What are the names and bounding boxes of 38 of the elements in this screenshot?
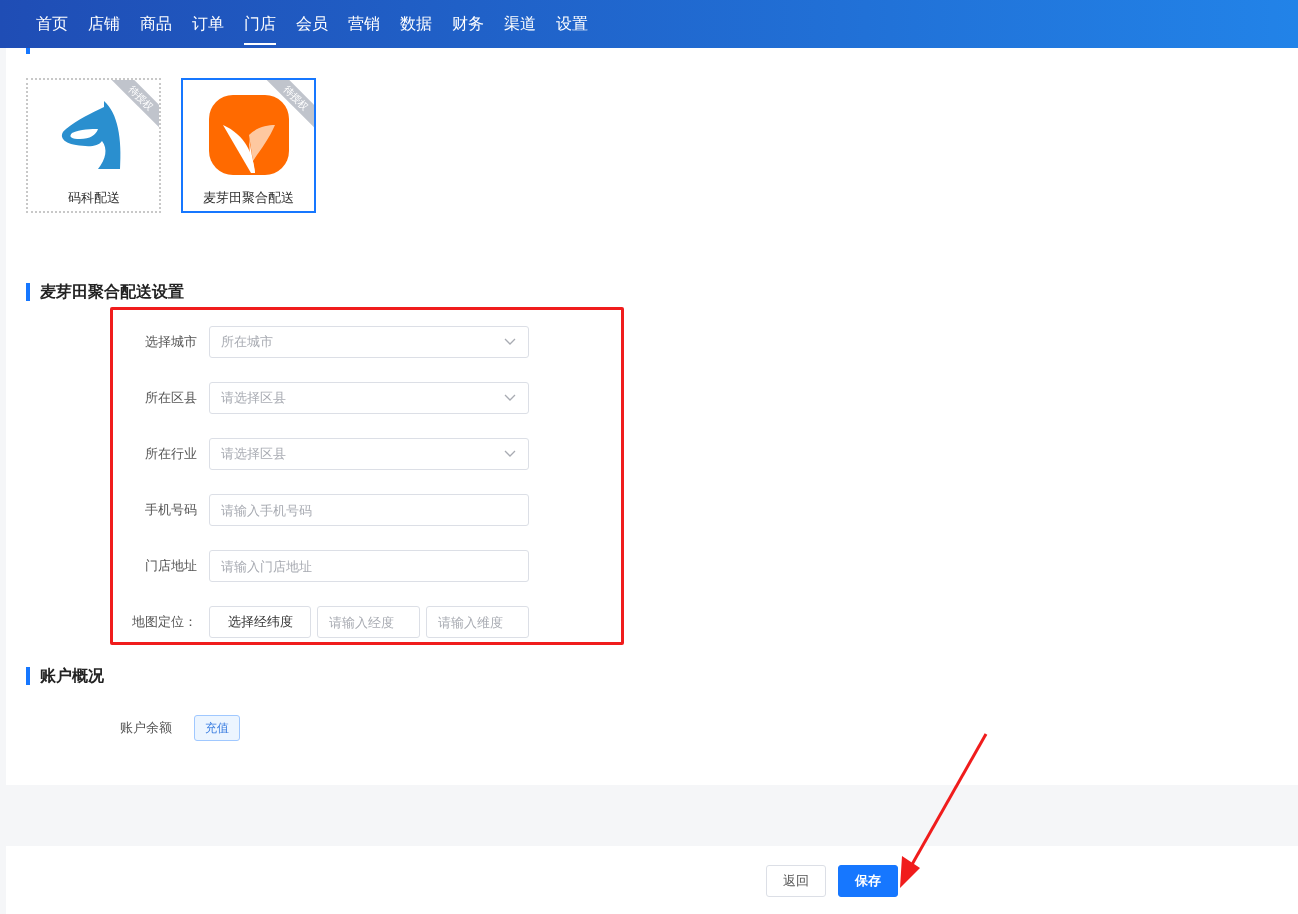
select-placeholder: 所在城市 [221, 333, 273, 352]
platform-name: 码科配送 [67, 189, 120, 207]
recharge-button[interactable]: 充值 [194, 715, 240, 741]
input-field[interactable]: 请输入经度 [317, 606, 420, 638]
field-label: 门店地址 [144, 557, 198, 576]
field-label: 手机号码 [144, 501, 198, 520]
nav-tab[interactable]: 门店 [234, 0, 286, 48]
pick-coordinates-button[interactable]: 选择经纬度 [209, 606, 311, 638]
field-label: 选择城市 [144, 333, 198, 352]
input-field[interactable]: 请输入门店地址 [209, 550, 529, 582]
platform-card[interactable]: 待授权 麦芽田聚合配送 [181, 78, 316, 213]
nav-tab[interactable]: 设置 [546, 0, 598, 48]
chevron-down-icon [504, 338, 516, 346]
nav-tab[interactable]: 店铺 [78, 0, 130, 48]
section-title: 麦芽田聚合配送设置 [26, 283, 1278, 301]
field-label: 所在行业 [144, 445, 198, 464]
field-label: 地图定位： [131, 613, 198, 632]
chevron-down-icon [504, 450, 516, 458]
nav-tab[interactable]: 营销 [338, 0, 390, 48]
nav-tab[interactable]: 数据 [390, 0, 442, 48]
nav-tab[interactable]: 财务 [442, 0, 494, 48]
nav-tab[interactable]: 订单 [182, 0, 234, 48]
section-title: 账户概况 [26, 667, 1278, 685]
nav-tab[interactable]: 会员 [286, 0, 338, 48]
nav-tab[interactable]: 商品 [130, 0, 182, 48]
back-button[interactable]: 返回 [766, 865, 826, 897]
input-field[interactable]: 请输入手机号码 [209, 494, 529, 526]
chevron-down-icon [504, 394, 516, 402]
platform-card[interactable]: 待授权 码科配送 [26, 78, 161, 213]
select-placeholder: 请选择区县 [221, 389, 286, 408]
nav-tab[interactable]: 渠道 [494, 0, 546, 48]
platform-name: 麦芽田聚合配送 [203, 189, 294, 207]
field-label: 账户余额 [119, 719, 173, 738]
nav-tab[interactable]: 首页 [26, 0, 78, 48]
select-placeholder: 请选择区县 [221, 445, 286, 464]
save-button[interactable]: 保存 [838, 865, 898, 897]
field-label: 所在区县 [144, 389, 198, 408]
input-field[interactable]: 请输入维度 [426, 606, 529, 638]
